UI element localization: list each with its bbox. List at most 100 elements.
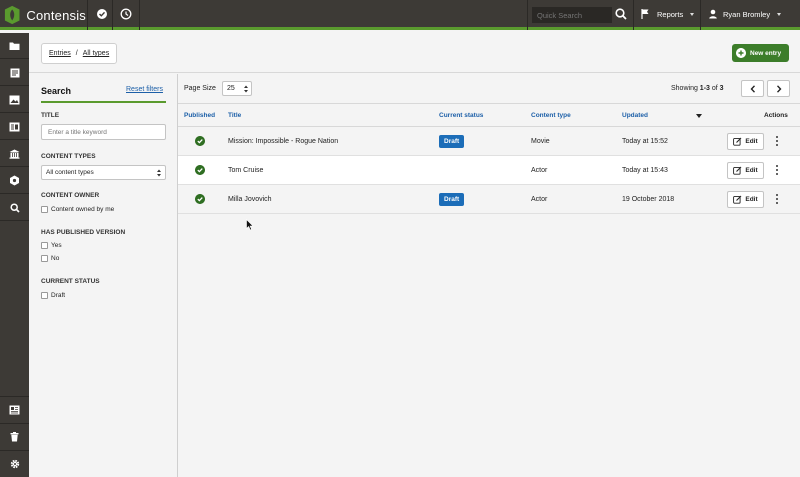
top-bar: Contensis Reports Ryan Bromley [0, 0, 800, 30]
divider [700, 0, 701, 30]
activity-icon[interactable] [119, 7, 133, 21]
column-content-type[interactable]: Content type [531, 112, 571, 119]
breadcrumb-bar: Entries / All types New entry [29, 33, 800, 73]
results-count-prefix: Showing [671, 85, 700, 92]
table-row[interactable]: Milla Jovovich Draft Actor 19 October 20… [178, 185, 800, 214]
has-published-filter-label: HAS PUBLISHED VERSION [41, 229, 126, 236]
page-size-value: 25 [227, 85, 235, 92]
title-keyword-input[interactable] [41, 124, 166, 140]
chevron-right-icon [776, 84, 781, 93]
more-actions-icon[interactable] [775, 165, 779, 177]
checkbox-label: Draft [51, 292, 66, 299]
nav-item-images[interactable] [0, 87, 29, 113]
content-types-select[interactable]: All content types [41, 165, 166, 180]
checkbox-label: No [51, 255, 60, 262]
nav-item-news[interactable] [0, 396, 29, 422]
nav-item-settings[interactable] [0, 450, 29, 476]
divider [87, 0, 88, 30]
content-types-icon [9, 122, 20, 131]
image-icon [9, 95, 20, 104]
reset-filters-link[interactable]: Reset filters [126, 86, 163, 93]
new-entry-label: New entry [750, 49, 782, 57]
nav-item-search[interactable] [0, 195, 29, 221]
more-actions-icon[interactable] [775, 136, 779, 148]
contensis-logo-icon [4, 5, 20, 25]
chevron-left-icon [750, 84, 755, 93]
checkbox[interactable] [41, 206, 48, 213]
edit-icon [733, 195, 742, 204]
entries-list: Page Size 25 Showing 1-3 of 3 Published … [178, 74, 800, 477]
nav-item-folders[interactable] [0, 33, 29, 59]
column-updated[interactable]: Updated [622, 112, 648, 119]
nav-item-recycle-bin[interactable] [0, 423, 29, 449]
app-logo[interactable]: Contensis [4, 3, 86, 27]
nav-item-site[interactable] [0, 141, 29, 167]
column-title[interactable]: Title [228, 112, 241, 119]
edit-button[interactable]: Edit [727, 133, 764, 150]
previous-page-button[interactable] [741, 80, 764, 97]
edit-icon [733, 137, 742, 146]
published-check-icon [195, 194, 205, 204]
reports-menu[interactable]: Reports [657, 10, 683, 19]
edit-label: Edit [745, 196, 758, 203]
search-icon[interactable] [614, 7, 628, 21]
table-header: Published Title Current status Content t… [178, 103, 800, 127]
results-count-total: 3 [719, 85, 724, 92]
nav-item-blocks[interactable] [0, 168, 29, 194]
column-actions: Actions [764, 112, 788, 119]
entry-content-type: Movie [531, 138, 550, 145]
mouse-cursor-icon [246, 219, 254, 231]
checkbox[interactable] [41, 242, 48, 249]
entry-title[interactable]: Tom Cruise [228, 167, 263, 174]
new-entry-button[interactable]: New entry [732, 44, 789, 62]
content-types-selected-value: All content types [46, 169, 94, 176]
sort-desc-icon[interactable] [696, 114, 702, 118]
entry-title[interactable]: Mission: Impossible - Rogue Nation [228, 138, 338, 145]
user-menu[interactable]: Ryan Bromley [723, 10, 770, 19]
edit-label: Edit [745, 167, 758, 174]
edit-button[interactable]: Edit [727, 162, 764, 179]
approvals-check-icon[interactable] [95, 7, 109, 21]
edit-button[interactable]: Edit [727, 191, 764, 208]
select-arrows-icon [157, 169, 161, 177]
table-row[interactable]: Mission: Impossible - Rogue Nation Draft… [178, 127, 800, 156]
entry-title[interactable]: Milla Jovovich [228, 196, 272, 203]
column-published[interactable]: Published [184, 112, 215, 119]
breadcrumb-all-types-link[interactable]: All types [83, 50, 109, 57]
checkbox[interactable] [41, 255, 48, 262]
current-status-filter-label: CURRENT STATUS [41, 278, 100, 285]
status-badge: Draft [439, 193, 465, 206]
nav-item-content-types[interactable] [0, 114, 29, 140]
content-owned-by-me-checkbox[interactable]: Content owned by me [41, 205, 114, 214]
quick-search-input[interactable] [532, 7, 612, 23]
user-icon[interactable] [708, 7, 718, 21]
edit-label: Edit [745, 138, 758, 145]
next-page-button[interactable] [767, 80, 790, 97]
trash-icon [10, 431, 19, 441]
published-no-checkbox[interactable]: No [41, 254, 59, 263]
nav-item-entries[interactable] [0, 60, 29, 86]
filter-panel-title: Search [41, 86, 72, 96]
more-actions-icon[interactable] [775, 194, 779, 206]
divider [41, 101, 166, 103]
breadcrumb-entries-link[interactable]: Entries [49, 50, 71, 57]
checkbox[interactable] [41, 292, 48, 299]
published-check-icon [195, 136, 205, 146]
search-icon [9, 202, 20, 213]
table-row[interactable]: Tom Cruise Actor Today at 15:43 Edit [178, 156, 800, 185]
checkbox-label: Content owned by me [51, 206, 115, 213]
divider [112, 0, 113, 30]
chevron-down-icon[interactable] [690, 13, 694, 16]
content-owner-filter-label: CONTENT OWNER [41, 192, 100, 199]
select-arrows-icon [244, 85, 248, 93]
entry-content-type: Actor [531, 196, 548, 203]
building-icon [9, 149, 20, 159]
chevron-down-icon[interactable] [777, 13, 781, 16]
page-size-select[interactable]: 25 [222, 81, 252, 96]
column-current-status[interactable]: Current status [439, 112, 483, 119]
flag-icon[interactable] [640, 7, 650, 21]
breadcrumb: Entries / All types [41, 43, 118, 64]
published-yes-checkbox[interactable]: Yes [41, 241, 62, 250]
status-draft-checkbox[interactable]: Draft [41, 291, 65, 300]
edit-icon [733, 166, 742, 175]
